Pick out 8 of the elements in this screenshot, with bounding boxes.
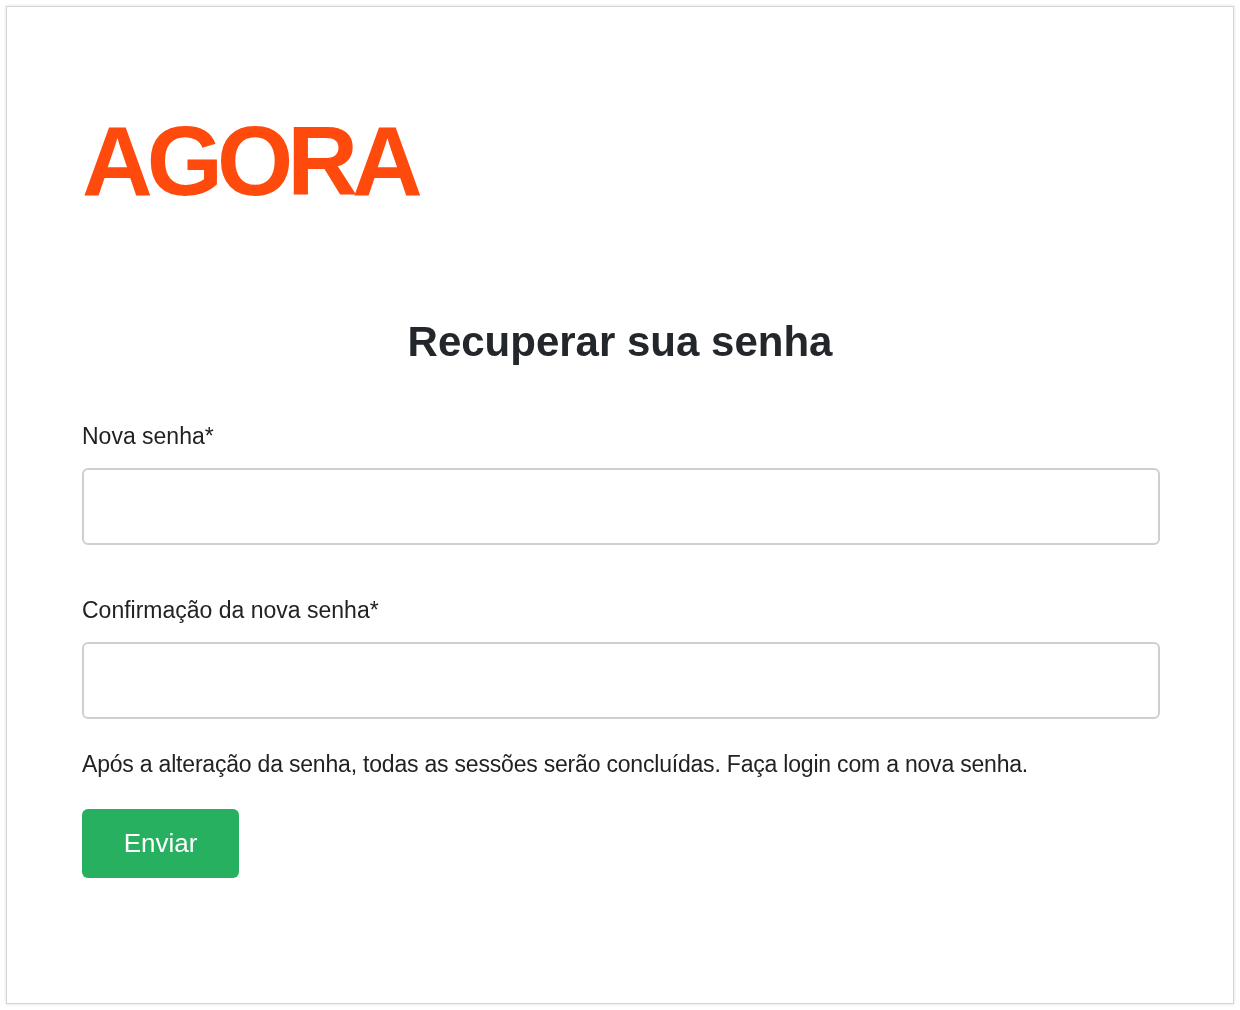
submit-button[interactable]: Enviar (82, 809, 239, 878)
logo: AGORA (82, 111, 417, 211)
info-text: Após a alteração da senha, todas as sessões serão concluídas. Faça login com a nova senha. (82, 750, 1029, 779)
page-title: Recuperar sua senha (406, 317, 834, 367)
field-label: Confirmação da nova senha* (82, 596, 379, 625)
password-field[interactable] (82, 642, 1160, 719)
password-field[interactable] (82, 468, 1160, 545)
field-label: Nova senha* (82, 422, 214, 451)
